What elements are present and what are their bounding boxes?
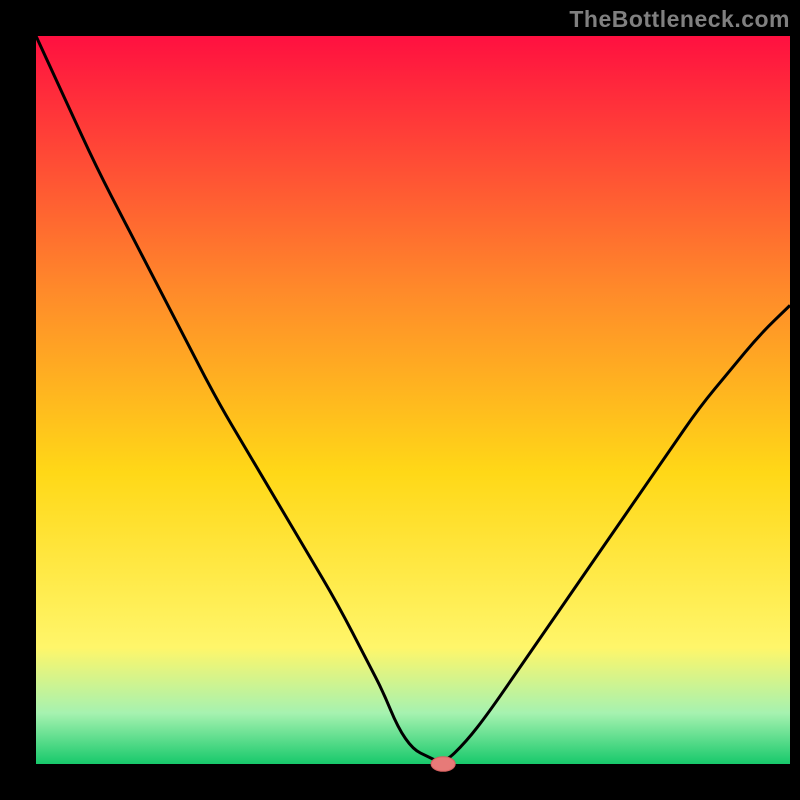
plot-background — [36, 36, 790, 764]
watermark-text: TheBottleneck.com — [569, 6, 790, 33]
minimum-marker — [431, 757, 455, 772]
bottleneck-chart — [0, 0, 800, 800]
chart-container: TheBottleneck.com — [0, 0, 800, 800]
